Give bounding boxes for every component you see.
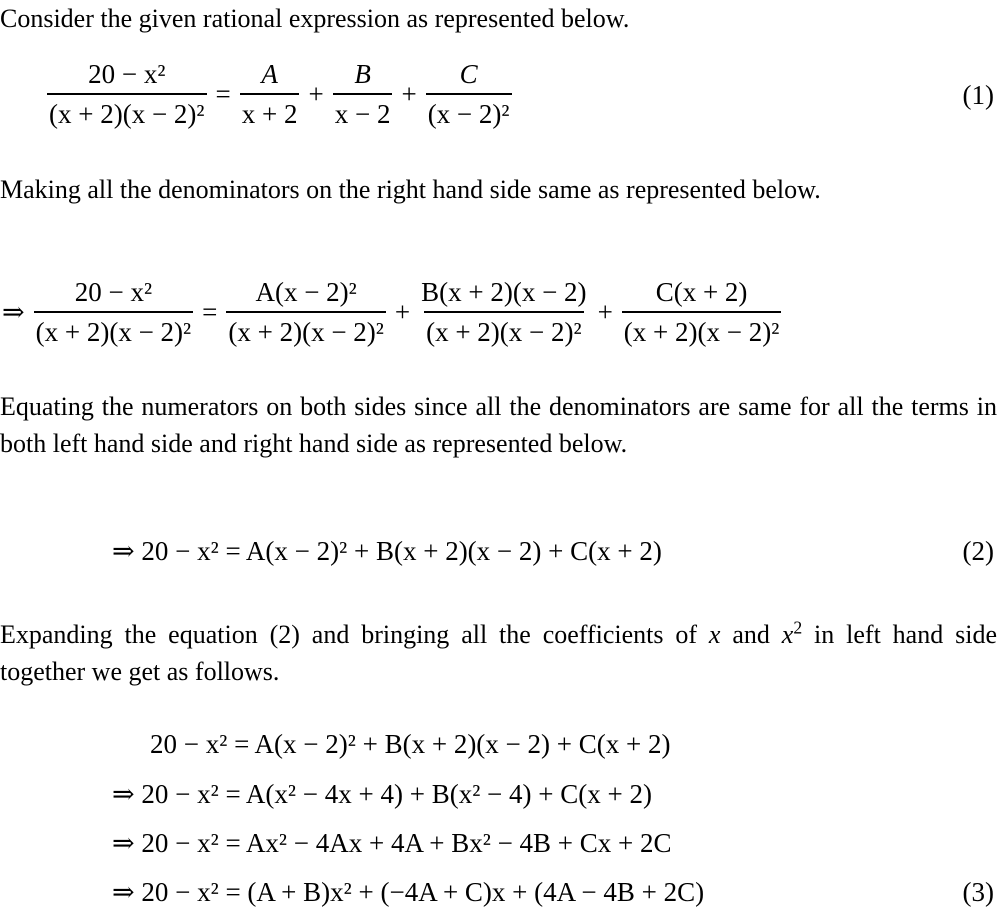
plus-sign: + — [597, 296, 613, 327]
denominator: (x + 2)(x − 2)² — [47, 93, 207, 130]
equation-number: (1) — [962, 80, 994, 110]
common-denominator-equation: ⇒ 20 − x² (x + 2)(x − 2)² = A(x − 2)² (x… — [0, 276, 997, 348]
numerator: 20 − x² — [88, 59, 166, 89]
equating-numerators-paragraph: Equating the numerators on both sides si… — [0, 392, 997, 458]
denominator: (x + 2)(x − 2)² — [424, 311, 584, 348]
denominator: (x + 2)(x − 2)² — [33, 311, 194, 348]
numerator: B — [354, 59, 371, 89]
expansion-line-3: ⇒ 20 − x² = Ax² − 4Ax + 4A + Bx² − 4B + … — [112, 828, 672, 858]
expansion-line-1: 20 − x² = A(x − 2)² + B(x + 2)(x − 2) + … — [150, 729, 671, 759]
equals-sign: = — [202, 296, 218, 327]
plus-sign: + — [394, 296, 411, 327]
equation-number: (3) — [962, 877, 994, 907]
denominator: x + 2 — [239, 93, 300, 130]
term-c-fraction: C (x − 2)² — [425, 58, 512, 130]
plus-sign: + — [308, 78, 324, 109]
numerator: A — [261, 59, 278, 89]
intro-paragraph: Consider the given rational expression a… — [0, 4, 630, 33]
equals-sign: = — [215, 78, 231, 109]
numerator: B(x + 2)(x − 2) — [421, 277, 587, 307]
equation-2: ⇒ 20 − x² = A(x − 2)² + B(x + 2)(x − 2) … — [112, 536, 662, 566]
denominator: x − 2 — [332, 93, 393, 130]
plus-sign: + — [401, 78, 417, 109]
expansion-line-4: ⇒ 20 − x² = (A + B)x² + (−4A + C)x + (4A… — [112, 877, 705, 907]
numerator: C — [459, 59, 478, 89]
term-a-fraction: A x + 2 — [239, 58, 300, 130]
expanding-paragraph: Expanding the equation (2) and bringing … — [0, 616, 997, 690]
numerator: C(x + 2) — [655, 277, 748, 307]
denominator: (x + 2)(x − 2)² — [621, 311, 782, 348]
equation-1: 20 − x² (x + 2)(x − 2)² = A x + 2 + B x … — [0, 58, 997, 130]
term-c-fraction: C(x + 2) (x + 2)(x − 2)² — [621, 276, 782, 348]
exponent: 2 — [793, 617, 803, 638]
denominator: (x − 2)² — [425, 93, 512, 130]
expansion-line-2: ⇒ 20 − x² = A(x² − 4x + 4) + B(x² − 4) +… — [112, 779, 652, 809]
text: and — [720, 620, 782, 649]
common-denominator-paragraph: Making all the denominators on the right… — [0, 175, 821, 204]
implies-arrow: ⇒ — [2, 296, 25, 327]
text: Expanding the equation (2) and bringing … — [0, 620, 709, 649]
term-b-fraction: B(x + 2)(x − 2) (x + 2)(x − 2)² — [419, 276, 588, 348]
term-a-fraction: A(x − 2)² (x + 2)(x − 2)² — [226, 276, 386, 348]
variable-x: x — [781, 620, 794, 649]
variable-x: x — [708, 620, 721, 649]
term-b-fraction: B x − 2 — [332, 58, 393, 130]
denominator: (x + 2)(x − 2)² — [226, 311, 386, 348]
numerator: 20 − x² — [74, 277, 153, 307]
numerator: A(x − 2)² — [255, 277, 357, 307]
equation-number: (2) — [962, 536, 994, 566]
lhs-fraction: 20 − x² (x + 2)(x − 2)² — [47, 58, 207, 130]
lhs-fraction: 20 − x² (x + 2)(x − 2)² — [33, 276, 194, 348]
